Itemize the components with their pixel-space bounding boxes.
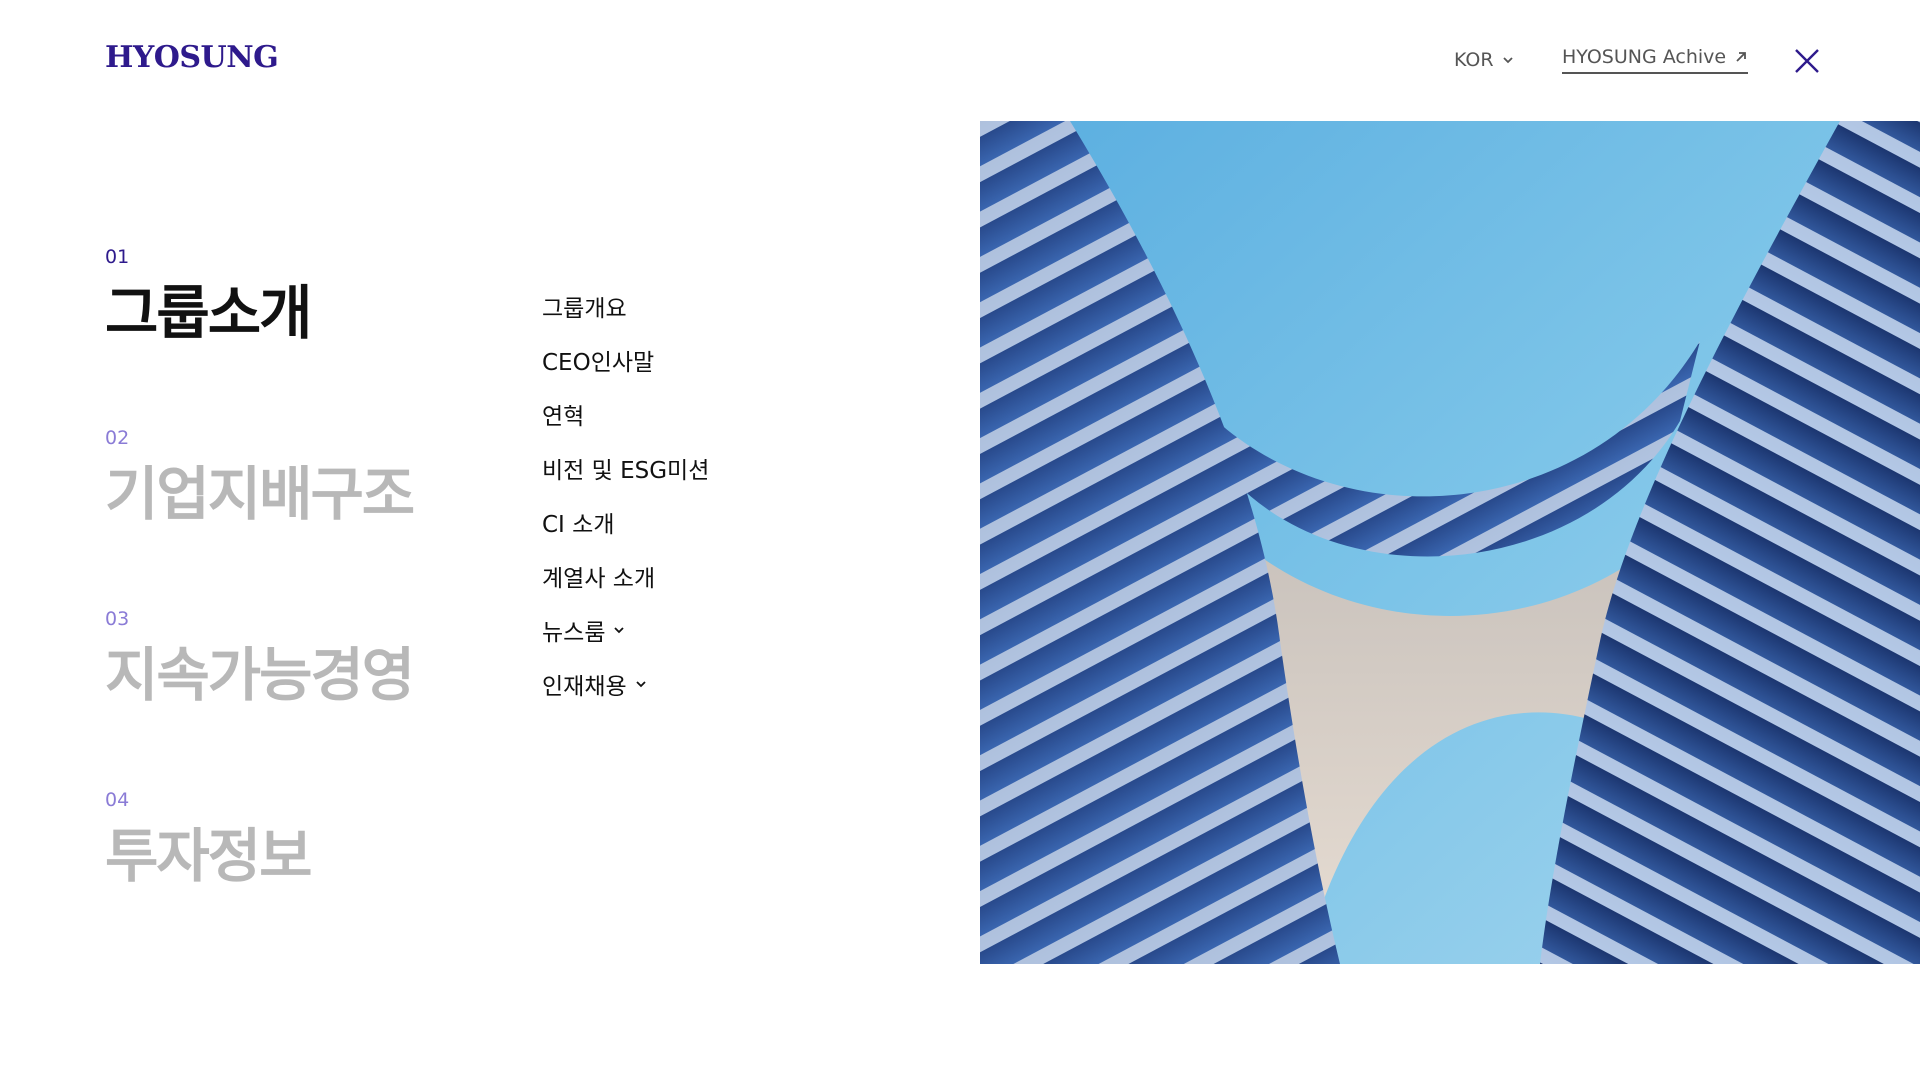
main-nav-number: 01 (105, 246, 130, 268)
sub-nav-item-affiliates[interactable]: 계열사 소개 (542, 549, 709, 603)
sub-nav-item-recruitment[interactable]: 인재채용 (542, 657, 709, 711)
close-menu-button[interactable] (1792, 46, 1822, 76)
chevron-down-icon (614, 627, 625, 634)
main-nav-item-sustainability[interactable]: 03 지속가능경영 (105, 604, 415, 785)
sub-nav-label: CI 소개 (542, 512, 615, 538)
sub-nav-label: 비전 및 ESG미션 (542, 458, 710, 484)
hyosung-archive-link[interactable]: HYOSUNG Achive (1562, 46, 1749, 74)
main-nav-label: 투자정보 (105, 822, 312, 890)
sub-nav-item-ceo-message[interactable]: CEO인사말 (542, 333, 709, 387)
main-nav-label: 그룹소개 (105, 279, 312, 347)
primary-nav: 01 그룹소개 02 기업지배구조 03 지속가능경영 04 투자정보 (105, 242, 415, 966)
site-menu-overlay: HYOSUNG KOR HYOSUNG Achive 01 그룹소개 02 기업… (0, 0, 1920, 1080)
hero-building-image (980, 121, 1920, 964)
main-nav-item-governance[interactable]: 02 기업지배구조 (105, 423, 415, 604)
archive-link-label: HYOSUNG Achive (1562, 46, 1727, 68)
sub-nav-item-history[interactable]: 연혁 (542, 387, 709, 441)
sub-nav-label: 계열사 소개 (542, 566, 656, 592)
main-nav-number: 04 (105, 789, 130, 811)
main-nav-label: 지속가능경영 (105, 641, 415, 709)
main-nav-item-investor-relations[interactable]: 04 투자정보 (105, 785, 413, 966)
chevron-down-icon (636, 681, 646, 688)
sub-nav-label: 뉴스룸 (542, 620, 606, 646)
main-nav-label: 기업지배구조 (105, 460, 415, 528)
chevron-down-icon (1502, 57, 1513, 64)
main-nav-number: 02 (105, 427, 130, 449)
sub-nav-item-group-overview[interactable]: 그룹개요 (542, 279, 709, 333)
sub-nav: 그룹개요 CEO인사말 연혁 비전 및 ESG미션 CI 소개 계열사 소개 뉴… (542, 279, 709, 711)
hyosung-logo[interactable]: HYOSUNG (105, 40, 279, 75)
sub-nav-item-newsroom[interactable]: 뉴스룸 (542, 603, 709, 657)
sub-nav-label: 인재채용 (542, 674, 627, 700)
sub-nav-item-ci[interactable]: CI 소개 (542, 495, 709, 549)
sub-nav-label: 그룹개요 (542, 296, 627, 322)
sub-nav-item-vision-esg[interactable]: 비전 및 ESG미션 (542, 441, 709, 495)
sub-nav-label: 연혁 (542, 404, 585, 430)
arrow-up-right-icon (1736, 52, 1747, 62)
main-nav-item-group-intro[interactable]: 01 그룹소개 (105, 242, 413, 423)
main-nav-number: 03 (105, 608, 130, 630)
language-selector[interactable]: KOR (1454, 49, 1514, 71)
close-icon (1795, 49, 1819, 73)
sub-nav-label: CEO인사말 (542, 350, 655, 376)
language-label: KOR (1454, 49, 1494, 71)
